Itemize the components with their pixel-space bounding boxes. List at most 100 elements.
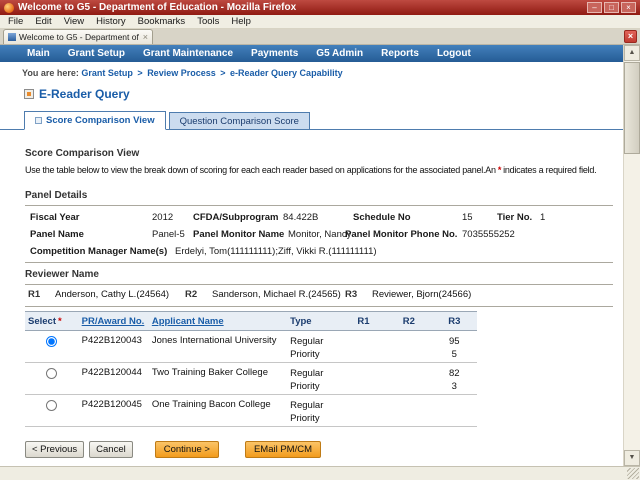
panel-details-rows: Fiscal Year 2012 CFDA/Subprogram 84.422B… bbox=[0, 208, 623, 259]
score-regular: 82 bbox=[435, 367, 474, 380]
select-cell bbox=[25, 395, 79, 427]
page-tabs: Score Comparison View Question Compariso… bbox=[0, 110, 623, 130]
nav-grant-maintenance[interactable]: Grant Maintenance bbox=[143, 48, 233, 59]
menu-edit[interactable]: Edit bbox=[29, 16, 57, 27]
applicant-cell: Two Training Baker College bbox=[149, 363, 287, 395]
reviewer-name: Reviewer, Bjorn(24566) bbox=[372, 289, 471, 300]
monitor-phone-label: Panel Monitor Phone No. bbox=[345, 229, 457, 240]
breadcrumb-ereader-query[interactable]: e-Reader Query Capability bbox=[230, 68, 343, 78]
menu-bar: File Edit View History Bookmarks Tools H… bbox=[0, 15, 640, 29]
minimize-button[interactable]: – bbox=[587, 2, 602, 13]
close-button[interactable]: × bbox=[621, 2, 636, 13]
reviewer-name: Sanderson, Michael R.(24565) bbox=[212, 289, 341, 300]
award-header: PR/Award No. bbox=[79, 312, 149, 331]
menu-file[interactable]: File bbox=[2, 16, 29, 27]
tab-strip: Welcome to G5 - Department of Edu... × × bbox=[0, 29, 640, 45]
monitor-phone-value: 7035555252 bbox=[462, 229, 515, 240]
nav-g5-admin[interactable]: G5 Admin bbox=[316, 48, 363, 59]
type-priority: Priority bbox=[290, 412, 338, 425]
required-star: * bbox=[58, 316, 62, 327]
reviewer-section-title: Reviewer Name bbox=[25, 269, 623, 281]
cancel-button[interactable]: Cancel bbox=[89, 441, 133, 458]
row-select-radio[interactable] bbox=[46, 336, 57, 347]
r2-cell bbox=[386, 363, 431, 395]
type-priority: Priority bbox=[290, 348, 338, 361]
r3-cell bbox=[432, 395, 477, 427]
type-regular: Regular bbox=[290, 399, 338, 412]
panel-details-row: Fiscal Year 2012 CFDA/Subprogram 84.422B… bbox=[0, 208, 623, 225]
fiscal-year-value: 2012 bbox=[152, 212, 173, 223]
row-select-radio[interactable] bbox=[46, 368, 57, 379]
scrollbar-thumb[interactable] bbox=[624, 62, 640, 154]
panel-details-row: Panel Name Panel-5 Panel Monitor Name Mo… bbox=[0, 225, 623, 242]
select-cell bbox=[25, 331, 79, 363]
divider bbox=[25, 284, 613, 285]
browser-window: Welcome to G5 - Department of Education … bbox=[0, 0, 640, 480]
r3-cell: 95 5 bbox=[432, 331, 477, 363]
score-regular: 95 bbox=[435, 335, 474, 348]
reviewer-section: Reviewer Name R1 Anderson, Cathy L.(2456… bbox=[0, 269, 623, 307]
competition-manager-label: Competition Manager Name(s) bbox=[30, 246, 167, 257]
tabstrip-close-button[interactable]: × bbox=[624, 30, 637, 43]
menu-bookmarks[interactable]: Bookmarks bbox=[132, 16, 192, 27]
nav-logout[interactable]: Logout bbox=[437, 48, 471, 59]
scroll-down-button[interactable]: ▼ bbox=[624, 450, 640, 466]
r2-cell bbox=[386, 331, 431, 363]
applicant-header: Applicant Name bbox=[149, 312, 287, 331]
section-heading: Score Comparison View bbox=[25, 148, 623, 160]
r3-cell: 82 3 bbox=[432, 363, 477, 395]
award-cell: P422B120044 bbox=[79, 363, 149, 395]
nav-main[interactable]: Main bbox=[27, 48, 50, 59]
required-star: * bbox=[498, 165, 501, 175]
menu-history[interactable]: History bbox=[90, 16, 132, 27]
reviewer-row: R1 Anderson, Cathy L.(24564) R2 Sanderso… bbox=[0, 288, 623, 303]
window-title: Welcome to G5 - Department of Education … bbox=[18, 2, 583, 13]
panel-monitor-label: Panel Monitor Name bbox=[193, 229, 284, 240]
action-bar: < Previous Cancel Continue > EMail PM/CM bbox=[25, 440, 623, 459]
tab-score-comparison-view[interactable]: Score Comparison View bbox=[24, 111, 166, 130]
menu-help[interactable]: Help bbox=[225, 16, 257, 27]
type-cell: Regular Priority bbox=[287, 363, 341, 395]
table-header-row: Select* PR/Award No. Applicant Name Type… bbox=[25, 312, 477, 331]
tab-label: Question Comparison Score bbox=[180, 116, 299, 127]
nav-payments[interactable]: Payments bbox=[251, 48, 298, 59]
tab-label: Score Comparison View bbox=[46, 115, 155, 126]
divider bbox=[25, 306, 613, 307]
nav-grant-setup[interactable]: Grant Setup bbox=[68, 48, 125, 59]
main-nav: Main Grant Setup Grant Maintenance Payme… bbox=[0, 45, 623, 62]
panel-details-title: Panel Details bbox=[25, 190, 623, 202]
sort-award-link[interactable]: PR/Award No. bbox=[82, 316, 145, 327]
description-text: Use the table below to view the break do… bbox=[25, 165, 496, 175]
sort-applicant-link[interactable]: Applicant Name bbox=[152, 316, 224, 327]
divider bbox=[25, 262, 613, 263]
row-select-radio[interactable] bbox=[46, 400, 57, 411]
r3-header: R3 bbox=[432, 312, 477, 331]
menu-tools[interactable]: Tools bbox=[191, 16, 225, 27]
reviewer-code: R3 bbox=[345, 289, 357, 300]
previous-button[interactable]: < Previous bbox=[25, 441, 84, 458]
browser-tab[interactable]: Welcome to G5 - Department of Edu... × bbox=[3, 29, 153, 44]
page-title: E-Reader Query bbox=[39, 87, 130, 101]
continue-button[interactable]: Continue > bbox=[155, 441, 219, 458]
email-pmcm-button[interactable]: EMail PM/CM bbox=[245, 441, 321, 458]
tab-question-comparison-score[interactable]: Question Comparison Score bbox=[169, 112, 310, 129]
breadcrumb-grant-setup[interactable]: Grant Setup bbox=[81, 68, 133, 78]
tab-close-icon[interactable]: × bbox=[143, 33, 148, 42]
vertical-scrollbar[interactable]: ▲ ▼ bbox=[623, 45, 640, 466]
breadcrumb-prefix: You are here: bbox=[22, 68, 79, 78]
divider bbox=[25, 205, 613, 206]
scroll-up-button[interactable]: ▲ bbox=[624, 45, 640, 61]
status-bar bbox=[0, 466, 640, 480]
type-priority: Priority bbox=[290, 380, 338, 393]
page-title-row: E-Reader Query bbox=[24, 87, 623, 100]
page-viewport: Main Grant Setup Grant Maintenance Payme… bbox=[0, 45, 623, 466]
breadcrumb-review-process[interactable]: Review Process bbox=[147, 68, 216, 78]
maximize-button[interactable]: □ bbox=[604, 2, 619, 13]
menu-view[interactable]: View bbox=[58, 16, 90, 27]
panel-monitor-value: Monitor, Nancy bbox=[288, 229, 351, 240]
resize-grip-icon[interactable] bbox=[627, 468, 639, 479]
cfda-value: 84.422B bbox=[283, 212, 318, 223]
nav-reports[interactable]: Reports bbox=[381, 48, 419, 59]
r1-cell bbox=[341, 331, 386, 363]
select-cell bbox=[25, 363, 79, 395]
